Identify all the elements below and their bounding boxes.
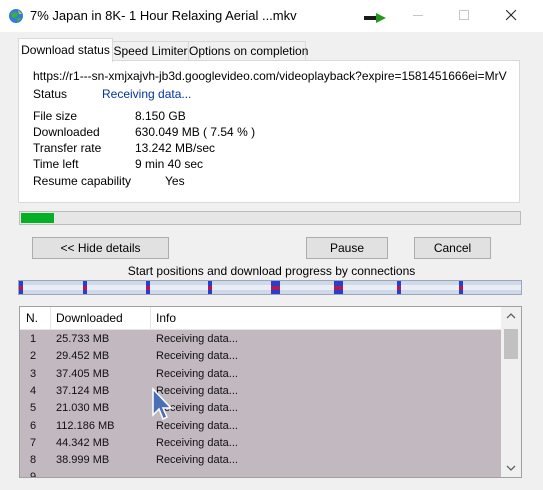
minimize-button[interactable] [396,0,442,31]
download-arrow-icon [364,13,386,23]
connection-segment [334,281,343,294]
row-downloaded: 29.452 MB [56,350,110,363]
maximize-button[interactable] [442,0,488,31]
row-downloaded: 38.999 MB [56,454,110,467]
row-number: 5 [30,402,37,415]
list-row[interactable]: 1 25.733 MB Receiving data... [20,330,501,348]
download-progress-bar [19,211,521,225]
scroll-down-icon[interactable] [501,459,521,477]
row-downloaded: 21.030 MB [56,402,110,415]
row-number: 9 [30,471,37,478]
connections-caption: Start positions and download progress by… [127,264,416,278]
list-row[interactable]: 8 38.999 MB Receiving data... [20,451,501,469]
minimize-icon [413,15,423,16]
connection-segment [271,281,280,294]
transfer-rate-value: 13.242 MB/sec [135,141,216,155]
tab-speed-limiter[interactable]: Speed Limiter [112,41,189,61]
row-number: 6 [30,419,37,432]
connection-segment [459,281,463,294]
scroll-up-icon[interactable] [501,307,521,325]
connection-segment [83,281,87,294]
column-header-downloaded[interactable]: Downloaded [50,307,150,329]
row-info: Receiving data... [156,454,238,467]
time-left-value: 9 min 40 sec [135,157,204,171]
column-header-info[interactable]: Info [150,307,496,329]
list-row[interactable]: 5 21.030 MB Receiving data... [20,399,501,417]
download-dialog: Download status Speed Limiter Options on… [0,32,543,490]
row-downloaded: 44.342 MB [56,436,110,449]
close-button[interactable] [489,0,535,31]
connections-progress-bar [18,280,522,295]
list-row[interactable]: 3 37.405 MB Receiving data... [20,365,501,383]
row-info: Receiving data... [156,436,238,449]
row-number: 7 [30,436,37,449]
mouse-cursor-icon [152,387,173,421]
row-info: Receiving data... [156,333,238,345]
download-url: https://r1---sn-xmjxajvh-jb3d.googlevide… [33,69,507,83]
list-row[interactable]: 2 29.452 MB Receiving data... [20,347,501,365]
downloaded-label: Downloaded [33,125,100,139]
tab-options-on-completion[interactable]: Options on completion [188,41,308,61]
transfer-rate-label: Transfer rate [33,141,102,155]
row-number: 1 [30,333,37,345]
row-info: Receiving data... [156,367,238,380]
close-icon [506,10,517,21]
row-downloaded: 25.733 MB [56,333,110,345]
row-downloaded: 37.124 MB [56,384,110,397]
title-bar[interactable]: 7% Japan in 8K- 1 Hour Relaxing Aerial .… [0,0,543,32]
scroll-thumb[interactable] [504,329,518,359]
idm-globe-icon [9,9,23,23]
resume-capability-label: Resume capability [33,174,132,188]
list-row[interactable]: 4 37.124 MB Receiving data... [20,382,501,400]
download-status-panel: https://r1---sn-xmjxajvh-jb3d.googlevide… [18,60,520,203]
hide-details-button[interactable]: << Hide details [32,237,169,259]
cancel-button[interactable]: Cancel [414,237,491,259]
time-left-label: Time left [33,157,79,171]
progress-fill [21,213,54,223]
connection-segment [146,281,150,294]
file-size-value: 8.150 GB [135,109,186,123]
row-downloaded: 37.405 MB [56,367,110,380]
row-number: 2 [30,350,37,363]
status-label: Status [33,87,68,101]
maximize-icon [459,10,469,20]
column-header-n[interactable]: N. [20,307,50,329]
tab-download-status[interactable]: Download status [18,38,113,62]
window-title: 7% Japan in 8K- 1 Hour Relaxing Aerial .… [30,8,297,23]
pause-button[interactable]: Pause [306,237,388,259]
connection-segment [397,281,401,294]
list-row[interactable]: 7 44.342 MB Receiving data... [20,434,501,452]
row-number: 8 [30,454,37,467]
downloaded-value: 630.049 MB ( 7.54 % ) [135,125,256,139]
connection-segment [19,281,23,294]
row-number: 4 [30,384,37,397]
row-info: Receiving data... [156,350,238,363]
list-row[interactable]: 6 112.186 MB Receiving data... [20,417,501,435]
list-scrollbar[interactable] [501,307,521,477]
list-row[interactable]: 9 [20,468,501,478]
row-downloaded: 112.186 MB [56,419,115,432]
file-size-label: File size [33,109,78,123]
connections-list[interactable]: N. Downloaded Info 1 25.733 MB Receiving d… [19,306,522,478]
connection-segment [208,281,212,294]
row-number: 3 [30,367,37,380]
resume-capability-value: Yes [165,174,185,188]
list-header: N. Downloaded Info [20,307,501,330]
status-value: Receiving data... [102,87,192,101]
